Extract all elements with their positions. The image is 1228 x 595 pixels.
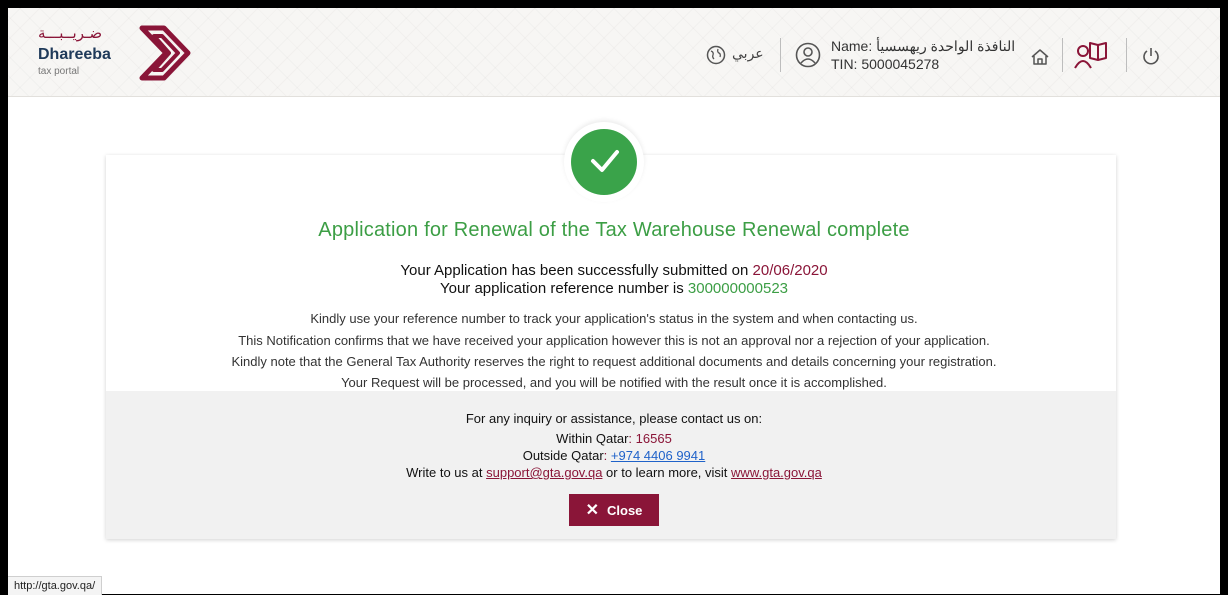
reference-number-value: 300000000523 [687,280,789,297]
reference-number-label: Your application reference number is [439,280,684,297]
close-icon: ✕ [585,502,599,519]
page-title: Application for Renewal of the Tax Wareh… [318,219,910,241]
user-name: Name: النافذة الواحدة ريهسسيأ [831,38,1016,54]
home-icon[interactable] [1030,48,1050,70]
outside-qatar-phone-link[interactable]: +974 4406 9941 [611,448,705,463]
header-divider [780,38,781,72]
support-email-link[interactable]: support@gta.gov.qa [486,465,602,480]
checkmark-icon [589,146,621,180]
write-to-us-line: Write to us at support@gta.gov.qa or to … [0,465,1228,480]
info-text: Kindly use your reference number to trac… [310,311,918,326]
within-qatar-line: Within Qatar: 16565 [556,431,672,446]
user-tin: TIN: 5000045278 [831,56,940,72]
language-toggle[interactable]: عربي [732,46,764,62]
submission-date-label: Your Application has been successfully s… [400,262,749,279]
header-divider [1062,38,1063,72]
site-header: ضـريــبـــة Dhareeba tax portal عربي Nam… [8,8,1220,97]
logo-arabic-text: ضـريــبـــة [38,24,103,42]
browser-status-url: http://gta.gov.qa/ [8,576,103,595]
user-guide-icon[interactable] [1074,40,1108,76]
logout-power-icon[interactable] [1142,46,1160,70]
dhareeba-logo-icon[interactable] [136,22,198,88]
within-qatar-label: Within Qatar [556,431,629,446]
close-button[interactable]: ✕ Close [569,494,659,526]
info-text: Kindly note that the General Tax Authori… [231,354,997,369]
globe-icon[interactable] [706,45,726,69]
write-middle: or to learn more, visit [606,465,728,480]
write-prefix: Write to us at [406,465,483,480]
contact-heading: For any inquiry or assistance, please co… [465,411,763,426]
logo-subtitle: tax portal [38,66,80,77]
logo-name: Dhareeba [38,46,111,63]
header-divider [1126,38,1127,72]
submission-date-value: 20/06/2020 [752,262,828,279]
info-text: This Notification confirms that we have … [238,333,990,348]
within-qatar-number: 16565 [635,431,672,446]
outside-qatar-label: Outside Qatar [522,448,604,463]
close-button-label: Close [607,502,643,518]
submission-date-line: Your Application has been successfully s… [0,262,1228,279]
reference-number-line: Your application reference number is 300… [0,280,1228,297]
website-link[interactable]: www.gta.gov.qa [731,465,822,480]
info-text: Your Request will be processed, and you … [341,375,887,390]
outside-qatar-line: Outside Qatar: +974 4406 9941 [522,448,706,463]
user-avatar-icon[interactable] [795,42,821,72]
